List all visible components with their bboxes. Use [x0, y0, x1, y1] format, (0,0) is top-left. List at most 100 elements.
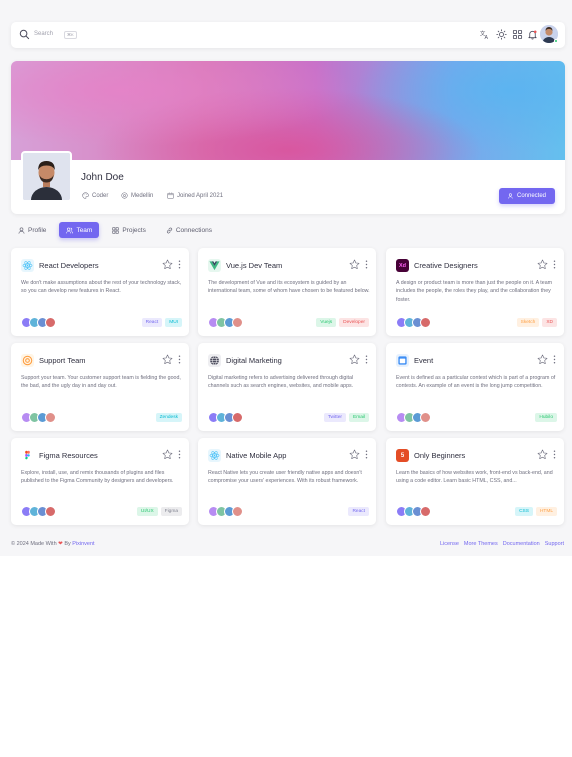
tab-connections[interactable]: Connections — [159, 222, 219, 238]
footer-link-support[interactable]: Support — [545, 541, 564, 547]
tag-chip: MUI — [165, 318, 182, 327]
tag-chip: Zendesk — [155, 413, 182, 422]
profile-banner — [11, 61, 565, 160]
profile-photo — [21, 151, 72, 202]
more-vertical-icon[interactable] — [551, 259, 558, 270]
team-member-avatars — [21, 506, 56, 517]
team-member-avatars — [208, 506, 243, 517]
team-card-event[interactable]: Event Event is defined as a particular co… — [386, 343, 564, 431]
top-navbar: Search ⌘K 文A — [11, 22, 565, 48]
member-avatar[interactable] — [232, 506, 243, 517]
footer-link-license[interactable]: License — [440, 541, 459, 547]
team-description: Explore, install, use, and remix thousan… — [21, 470, 174, 485]
star-icon[interactable] — [537, 259, 548, 270]
team-title[interactable]: Figma Resources — [39, 451, 98, 460]
member-avatar[interactable] — [232, 412, 243, 423]
team-title[interactable]: React Developers — [39, 261, 99, 270]
translate-icon[interactable]: 文A — [479, 29, 490, 40]
star-icon[interactable] — [162, 354, 173, 365]
team-card-creative-designers[interactable]: Xd Creative Designers A design or product … — [386, 248, 564, 336]
user-icon — [18, 226, 25, 234]
star-icon[interactable] — [537, 354, 548, 365]
team-tags: CSS HTML — [515, 507, 557, 516]
more-vertical-icon[interactable] — [363, 354, 370, 365]
team-description: The development of Vue and its ecosystem… — [208, 280, 370, 295]
tag-chip: Developer — [339, 318, 369, 327]
react-native-icon — [208, 449, 221, 462]
star-icon[interactable] — [162, 449, 173, 460]
footer-link-documentation[interactable]: Documentation — [503, 541, 540, 547]
connected-button[interactable]: Connected — [499, 188, 555, 204]
layout-grid-icon — [112, 226, 119, 234]
grid-icon[interactable] — [512, 29, 523, 40]
member-avatar[interactable] — [232, 317, 243, 328]
team-title[interactable]: Event — [414, 356, 433, 365]
svg-text:A: A — [485, 35, 489, 40]
tag-chip: React — [348, 507, 369, 516]
tab-projects[interactable]: Projects — [105, 222, 152, 238]
footer-copyright: © 2024 Made With ❤ By Pixinvent — [11, 541, 95, 547]
star-icon[interactable] — [537, 449, 548, 460]
team-description: Support your team. Your customer support… — [21, 375, 181, 390]
member-avatar[interactable] — [420, 412, 431, 423]
profile-joined: Joined April 2021 — [167, 192, 223, 199]
star-icon[interactable] — [349, 259, 360, 270]
search-input[interactable]: Search — [34, 31, 53, 37]
team-card-digital-marketing[interactable]: Digital Marketing Digital marketing refer… — [198, 343, 376, 431]
link-icon — [166, 227, 172, 233]
bell-icon[interactable] — [527, 29, 538, 40]
profile-name: John Doe — [81, 172, 124, 183]
team-title[interactable]: Support Team — [39, 356, 86, 365]
team-card-only-beginners[interactable]: 5 Only Beginners Learn the basics of how w… — [386, 438, 564, 525]
star-icon[interactable] — [349, 354, 360, 365]
tab-profile[interactable]: Profile — [11, 222, 53, 238]
more-vertical-icon[interactable] — [363, 259, 370, 270]
footer-brand-link[interactable]: Pixinvent — [72, 541, 94, 547]
search-icon[interactable] — [19, 29, 30, 40]
team-title[interactable]: Vue.js Dev Team — [226, 261, 282, 270]
map-pin-icon — [121, 192, 128, 199]
team-member-avatars — [21, 412, 56, 423]
more-vertical-icon[interactable] — [176, 449, 183, 460]
tag-chip: HTML — [535, 507, 557, 516]
team-title[interactable]: Creative Designers — [414, 261, 478, 270]
xd-icon: Xd — [396, 259, 409, 272]
star-icon[interactable] — [162, 259, 173, 270]
team-tags: UI/UX Figma — [136, 507, 182, 516]
tab-team[interactable]: Team — [59, 222, 100, 238]
tag-chip: Vuejs — [316, 318, 337, 327]
calendar-icon — [167, 192, 174, 199]
html5-icon: 5 — [396, 449, 409, 462]
search-shortcut: ⌘K — [64, 30, 77, 39]
member-avatar[interactable] — [45, 506, 56, 517]
team-card-support-team[interactable]: Support Team Support your team. Your cust… — [11, 343, 189, 431]
team-title[interactable]: Only Beginners — [414, 451, 465, 460]
more-vertical-icon[interactable] — [551, 449, 558, 460]
more-vertical-icon[interactable] — [176, 354, 183, 365]
team-card-vue-js-dev-team[interactable]: Vue.js Dev Team The development of Vue an… — [198, 248, 376, 336]
heart-icon: ❤ — [58, 541, 63, 547]
star-icon[interactable] — [349, 449, 360, 460]
team-tags: Twitter Email — [323, 413, 369, 422]
team-card-native-mobile-app[interactable]: Native Mobile App React Native lets you c… — [198, 438, 376, 525]
footer-link-more-themes[interactable]: More Themes — [464, 541, 498, 547]
sun-icon[interactable] — [496, 29, 507, 40]
team-card-react-developers[interactable]: React Developers We don't make assumption… — [11, 248, 189, 336]
tag-chip: Hubilo — [535, 413, 557, 422]
more-vertical-icon[interactable] — [363, 449, 370, 460]
member-avatar[interactable] — [420, 506, 431, 517]
more-vertical-icon[interactable] — [176, 259, 183, 270]
team-member-avatars — [396, 506, 431, 517]
team-card-figma-resources[interactable]: Figma Resources Explore, install, use, an… — [11, 438, 189, 525]
tag-chip: CSS — [515, 507, 533, 516]
palette-icon — [82, 192, 89, 199]
team-member-avatars — [208, 412, 243, 423]
tag-chip: Twitter — [323, 413, 346, 422]
team-tags: React MUI — [141, 318, 182, 327]
more-vertical-icon[interactable] — [551, 354, 558, 365]
team-title[interactable]: Digital Marketing — [226, 356, 282, 365]
team-title[interactable]: Native Mobile App — [226, 451, 286, 460]
member-avatar[interactable] — [420, 317, 431, 328]
member-avatar[interactable] — [45, 317, 56, 328]
member-avatar[interactable] — [45, 412, 56, 423]
